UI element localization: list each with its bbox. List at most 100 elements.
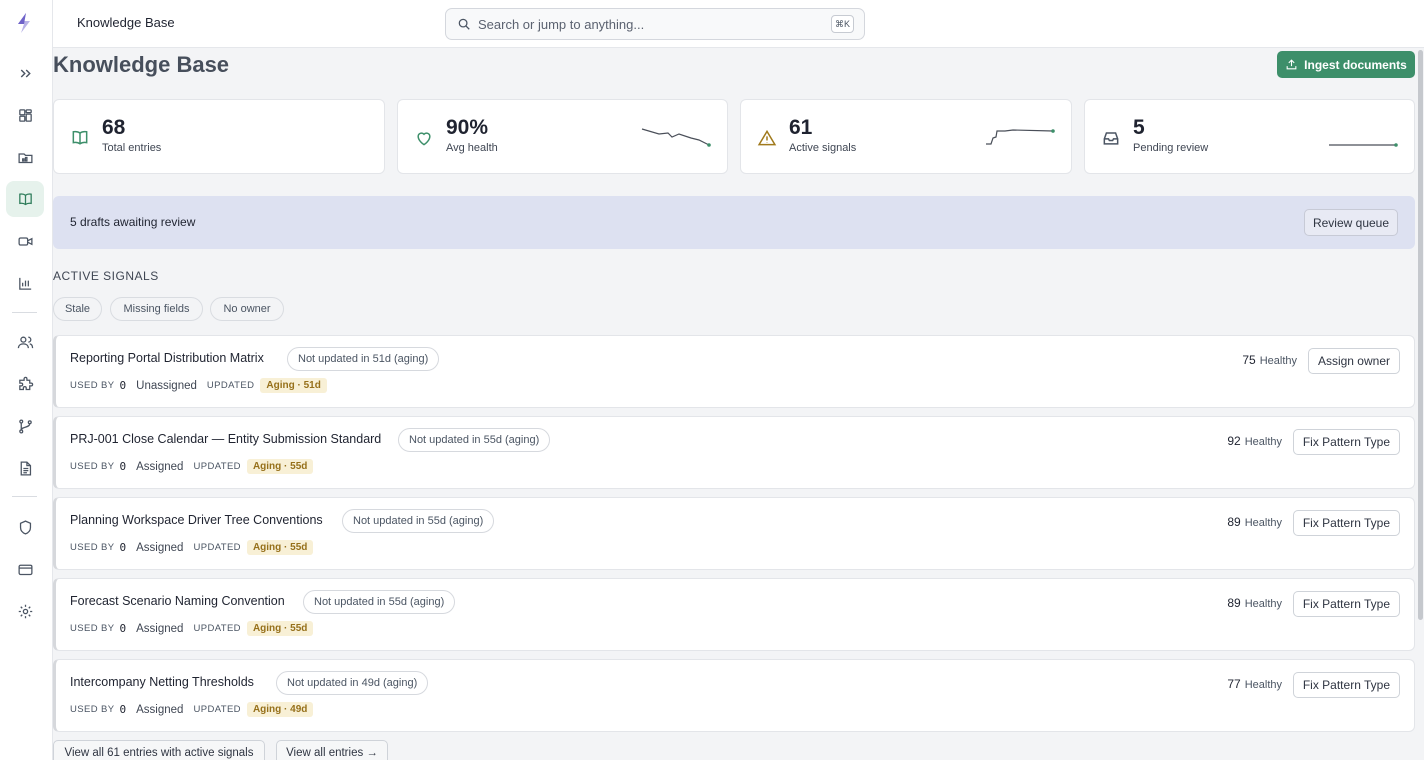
stat-label: Avg health bbox=[446, 142, 498, 154]
fix-pattern-type-button[interactable]: Fix Pattern Type bbox=[1292, 591, 1400, 617]
entry-title[interactable]: Planning Workspace Driver Tree Conventio… bbox=[70, 513, 323, 527]
stale-chip: Not updated in 55d (aging) bbox=[342, 509, 495, 533]
used-by-label: USED BY bbox=[70, 704, 115, 715]
aging-badge: Aging · 51d bbox=[260, 378, 327, 393]
signal-row[interactable]: PRJ-001 Close Calendar — Entity Submissi… bbox=[53, 416, 1415, 489]
review-queue-button[interactable]: Review queue bbox=[1304, 209, 1398, 236]
section-title: ACTIVE SIGNALS bbox=[53, 269, 159, 283]
nav-integrations[interactable] bbox=[6, 366, 44, 402]
nav-divider bbox=[12, 496, 37, 497]
used-by-label: USED BY bbox=[70, 623, 115, 634]
inbox-icon bbox=[1103, 132, 1119, 145]
signal-row[interactable]: Planning Workspace Driver Tree Conventio… bbox=[53, 497, 1415, 570]
nav-dashboard[interactable] bbox=[6, 97, 44, 133]
stat-label: Total entries bbox=[102, 142, 162, 154]
nav-billing[interactable] bbox=[6, 551, 44, 587]
entry-meta: USED BY 0 Assigned UPDATED Aging · 55d bbox=[70, 619, 314, 638]
stale-chip: Not updated in 55d (aging) bbox=[303, 590, 456, 614]
filter-chip-no-owner[interactable]: No owner bbox=[210, 297, 284, 321]
health-score: 92 Healthy bbox=[1227, 434, 1282, 448]
fix-pattern-type-button[interactable]: Fix Pattern Type bbox=[1292, 429, 1400, 455]
nav-settings[interactable] bbox=[6, 593, 44, 629]
filter-chip-stale[interactable]: Stale bbox=[53, 297, 102, 321]
used-by-count: 0 bbox=[119, 379, 127, 392]
entry-title[interactable]: PRJ-001 Close Calendar — Entity Submissi… bbox=[70, 432, 381, 446]
entry-meta: USED BY 0 Assigned UPDATED Aging · 49d bbox=[70, 700, 314, 719]
dashboard-icon bbox=[18, 108, 32, 122]
signals-sparkline bbox=[986, 129, 1055, 145]
updated-label: UPDATED bbox=[193, 623, 241, 634]
entry-meta: USED BY 0 Unassigned UPDATED Aging · 51d bbox=[70, 376, 327, 395]
stale-chip: Not updated in 49d (aging) bbox=[276, 671, 429, 695]
header-title: Knowledge Base bbox=[77, 15, 175, 30]
health-score: 89 Healthy bbox=[1227, 515, 1282, 529]
stat-label: Active signals bbox=[789, 142, 857, 154]
health-score: 75 Healthy bbox=[1242, 353, 1297, 367]
entry-meta: USED BY 0 Assigned UPDATED Aging · 55d bbox=[70, 538, 314, 557]
nav-security[interactable] bbox=[6, 509, 44, 545]
fix-pattern-type-button[interactable]: Fix Pattern Type bbox=[1292, 510, 1400, 536]
ingest-documents-button[interactable]: Ingest documents bbox=[1277, 51, 1415, 78]
nav-folders[interactable] bbox=[6, 139, 44, 175]
search-input[interactable]: Search or jump to anything... ⌘K bbox=[445, 8, 865, 40]
document-icon bbox=[20, 460, 31, 476]
users-icon bbox=[17, 336, 33, 348]
stat-card-avg-health: 90% Avg health bbox=[397, 99, 728, 174]
health-score: 77 Healthy bbox=[1227, 677, 1282, 691]
ingest-label: Ingest documents bbox=[1304, 57, 1407, 72]
owner-status: Assigned bbox=[136, 703, 184, 716]
health-score: 89 Healthy bbox=[1227, 596, 1282, 610]
signal-row[interactable]: Intercompany Netting Thresholds Not upda… bbox=[53, 659, 1415, 732]
stat-label: Pending review bbox=[1133, 142, 1209, 154]
aging-badge: Aging · 49d bbox=[246, 702, 314, 717]
score-value: 92 bbox=[1227, 434, 1241, 448]
nav-knowledge-base[interactable] bbox=[6, 181, 44, 217]
signal-row[interactable]: Forecast Scenario Naming Convention Not … bbox=[53, 578, 1415, 651]
used-by-label: USED BY bbox=[70, 380, 115, 391]
banner-text: 5 drafts awaiting review bbox=[70, 215, 196, 229]
used-by-count: 0 bbox=[119, 460, 127, 473]
app-logo[interactable] bbox=[12, 11, 36, 35]
aging-badge: Aging · 55d bbox=[246, 540, 314, 555]
nav-users[interactable] bbox=[6, 324, 44, 360]
score-value: 89 bbox=[1227, 515, 1241, 529]
updated-label: UPDATED bbox=[193, 542, 241, 553]
updated-label: UPDATED bbox=[193, 704, 241, 715]
upload-icon bbox=[1286, 59, 1297, 70]
entry-title[interactable]: Reporting Portal Distribution Matrix bbox=[70, 351, 264, 365]
signal-row[interactable]: Reporting Portal Distribution Matrix Not… bbox=[53, 335, 1415, 408]
video-icon bbox=[17, 236, 33, 246]
stale-chip: Not updated in 55d (aging) bbox=[398, 428, 551, 452]
used-by-count: 0 bbox=[119, 541, 127, 554]
expand-sidebar-button[interactable] bbox=[6, 55, 44, 91]
entry-title[interactable]: Forecast Scenario Naming Convention bbox=[70, 594, 285, 608]
score-label: Healthy bbox=[1244, 679, 1282, 691]
nav-workflows[interactable] bbox=[6, 408, 44, 444]
stat-card-pending-review: 5 Pending review bbox=[1084, 99, 1415, 174]
book-open-icon bbox=[72, 130, 88, 145]
filter-chip-missing-fields[interactable]: Missing fields bbox=[110, 297, 203, 321]
assign-owner-button[interactable]: Assign owner bbox=[1307, 348, 1400, 374]
fix-pattern-type-button[interactable]: Fix Pattern Type bbox=[1292, 672, 1400, 698]
view-signal-entries-button[interactable]: View all 61 entries with active signals bbox=[53, 740, 265, 760]
folder-icon bbox=[17, 152, 33, 163]
scrollbar-thumb[interactable] bbox=[1418, 50, 1423, 620]
owner-status: Unassigned bbox=[136, 379, 197, 392]
nav-documents[interactable] bbox=[6, 450, 44, 486]
shield-icon bbox=[19, 519, 31, 535]
updated-label: UPDATED bbox=[193, 461, 241, 472]
warning-icon bbox=[757, 129, 777, 146]
nav-analytics[interactable] bbox=[6, 265, 44, 301]
nav-video[interactable] bbox=[6, 223, 44, 259]
sidebar bbox=[0, 0, 53, 760]
gear-icon bbox=[18, 604, 32, 618]
used-by-label: USED BY bbox=[70, 542, 115, 553]
aging-badge: Aging · 55d bbox=[246, 621, 314, 636]
score-value: 75 bbox=[1242, 353, 1256, 367]
owner-status: Assigned bbox=[136, 541, 184, 554]
score-label: Healthy bbox=[1244, 517, 1282, 529]
view-all-entries-button[interactable]: View all entries → bbox=[276, 740, 388, 760]
branch-icon bbox=[18, 418, 32, 434]
used-by-label: USED BY bbox=[70, 461, 115, 472]
entry-title[interactable]: Intercompany Netting Thresholds bbox=[70, 675, 254, 689]
